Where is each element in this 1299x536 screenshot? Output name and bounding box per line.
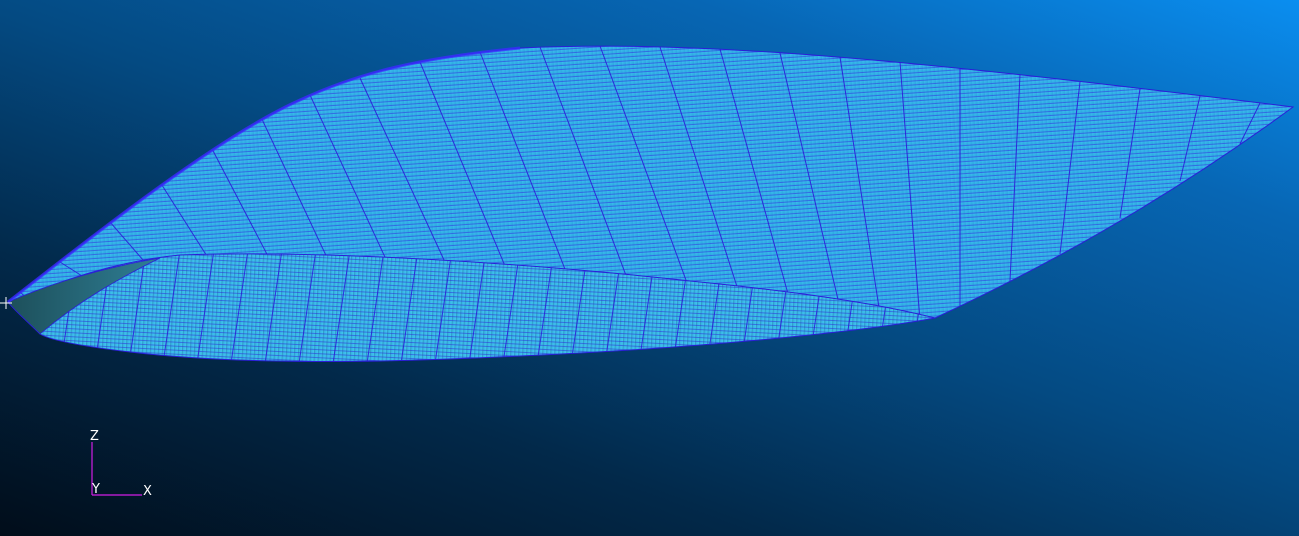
wing-mesh-model[interactable]: [0, 0, 1299, 536]
3d-viewport[interactable]: Z Y X: [0, 0, 1299, 536]
x-axis-label: X: [143, 484, 152, 499]
axis-triad: Z Y X: [84, 428, 164, 508]
crosshair-icon: [0, 297, 12, 309]
y-axis-label: Y: [92, 482, 100, 497]
z-axis-label: Z: [90, 429, 99, 444]
